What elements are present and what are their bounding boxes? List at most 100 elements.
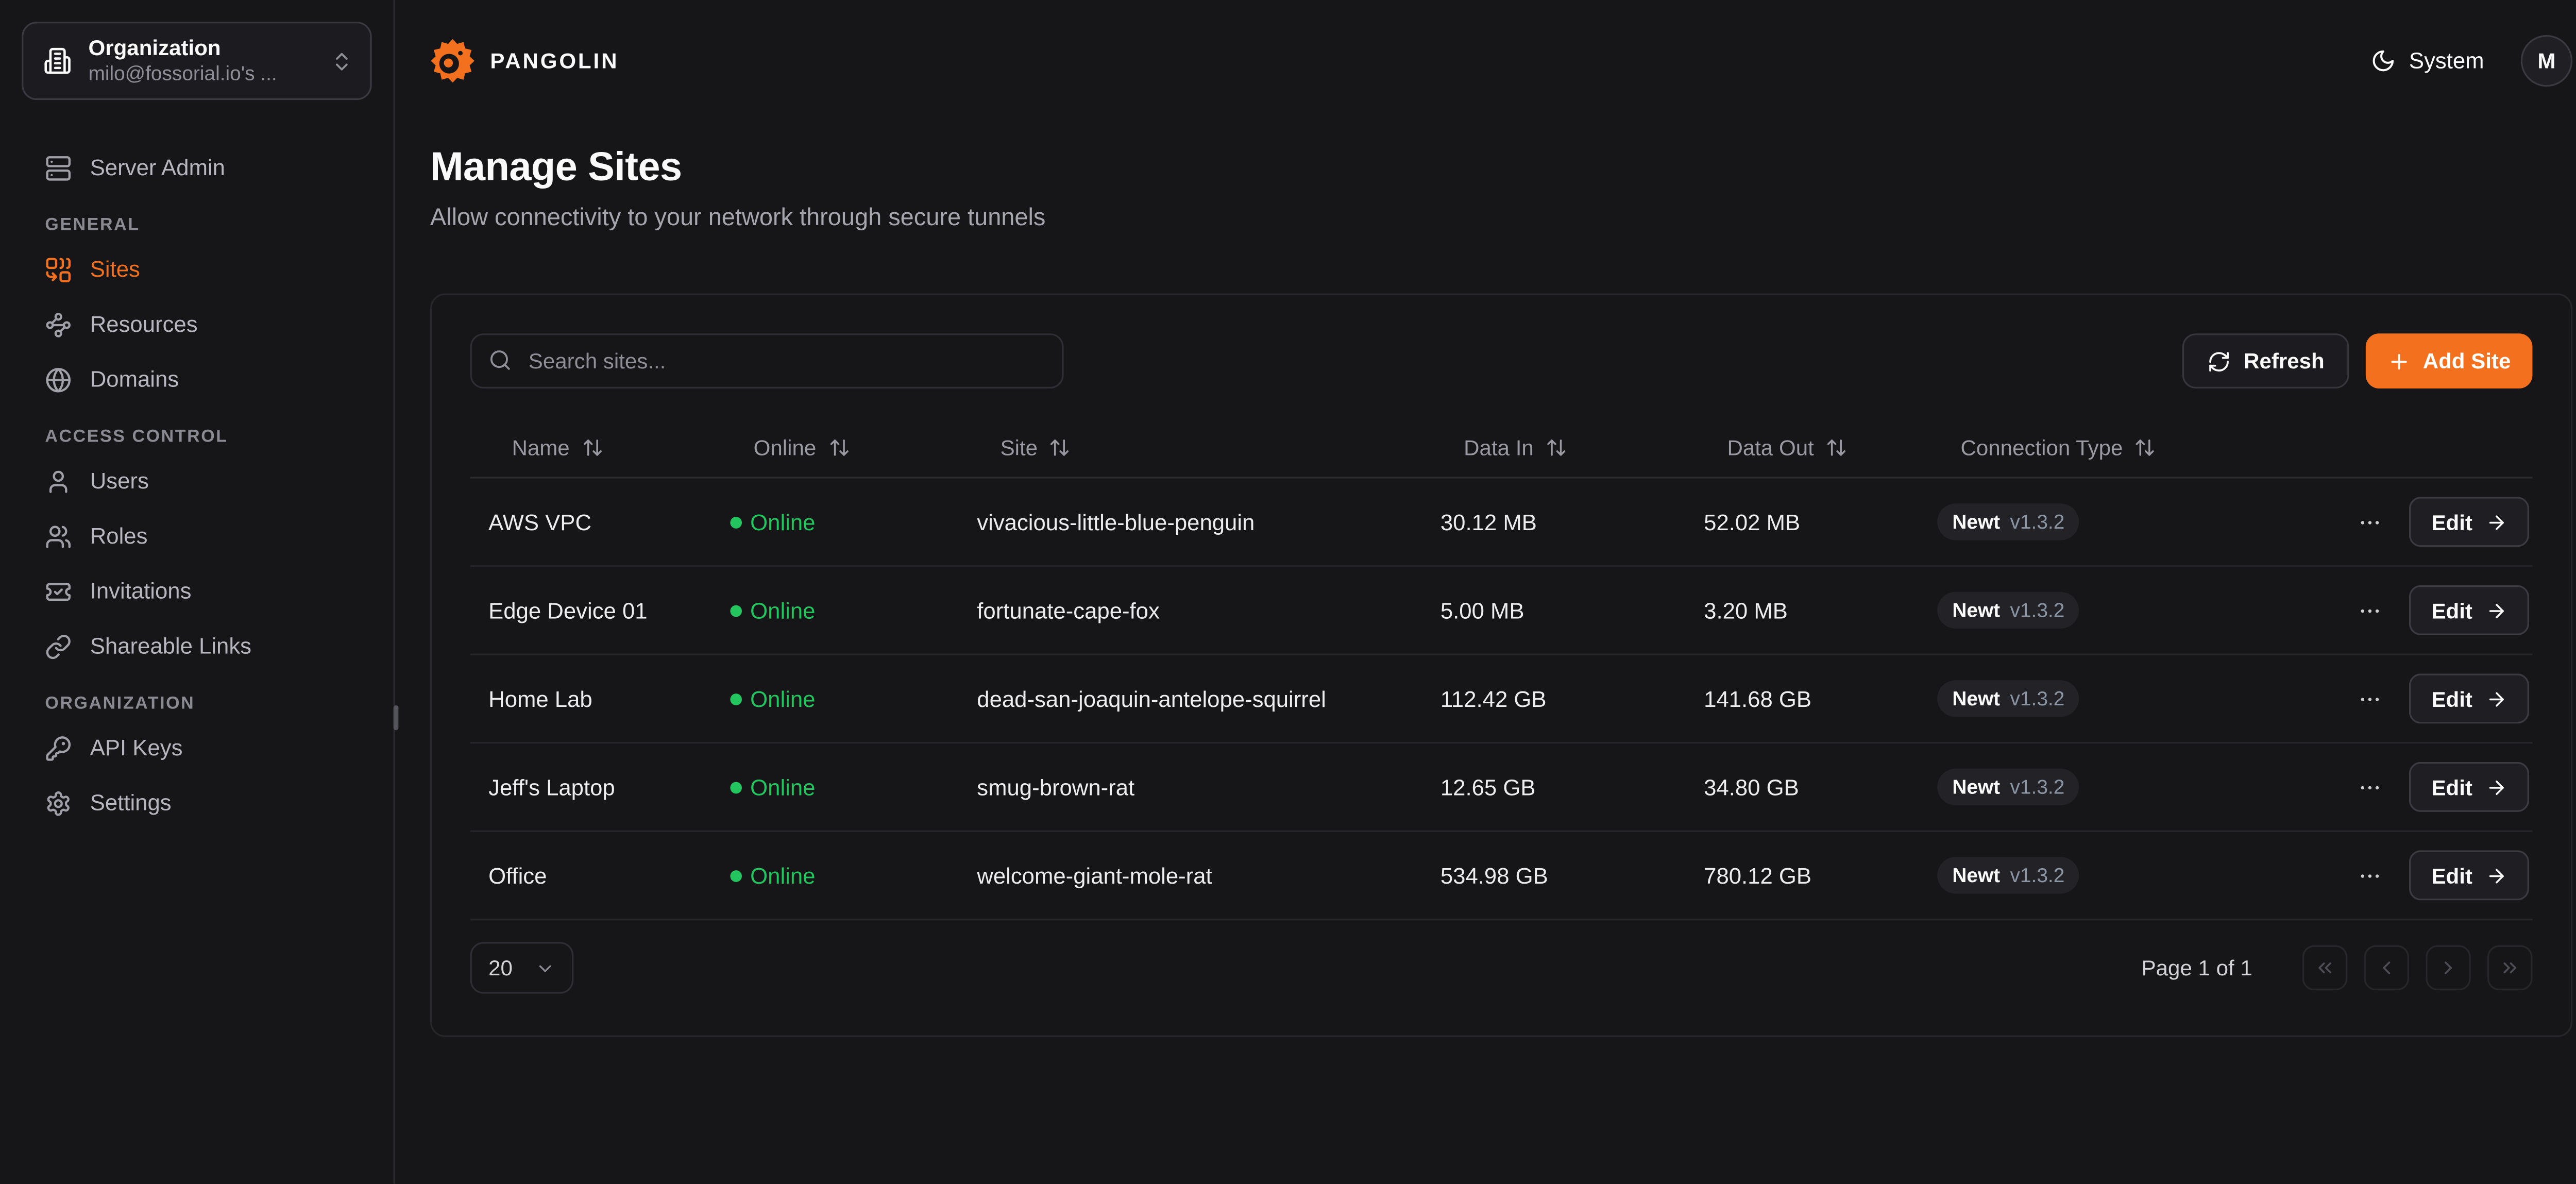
connection-type-version: v1.3.2: [2010, 864, 2065, 887]
page-size-select[interactable]: 20: [470, 942, 574, 993]
top-bar: PANGOLIN System M: [395, 0, 2576, 122]
sidebar-item-settings[interactable]: Settings: [22, 775, 372, 831]
ellipsis-icon: [2358, 510, 2383, 535]
column-label: Data Out: [1727, 435, 1814, 461]
sidebar-resize-handle[interactable]: [394, 705, 399, 731]
connection-type-badge: Newt v1.3.2: [1937, 769, 2079, 805]
sidebar-item-api-keys[interactable]: API Keys: [22, 720, 372, 775]
sidebar-section-access-control: ACCESS CONTROL: [45, 427, 348, 447]
org-selector-texts: Organization milo@fossorial.io's ...: [89, 35, 314, 87]
building-icon: [43, 47, 72, 75]
sidebar-item-resources[interactable]: Resources: [22, 297, 372, 352]
sort-icon: [1049, 437, 1071, 459]
connection-actions-cell: Newt v1.3.2 Edit: [1919, 762, 2533, 812]
theme-toggle[interactable]: System: [2370, 48, 2484, 74]
site-name-cell: Office: [470, 863, 712, 888]
chevrons-right-icon: [2499, 957, 2521, 978]
column-label: Site: [1001, 435, 1038, 461]
row-menu-button[interactable]: [2355, 595, 2386, 626]
sidebar-item-label: Server Admin: [90, 155, 225, 180]
arrow-right-icon: [2486, 776, 2507, 798]
connection-type-version: v1.3.2: [2010, 687, 2065, 710]
app-window: Organization milo@fossorial.io's ... Ser…: [0, 0, 2576, 1184]
brand-name: PANGOLIN: [490, 48, 619, 74]
edit-button[interactable]: Edit: [2410, 497, 2529, 547]
arrow-right-icon: [2486, 599, 2507, 621]
connection-type-version: v1.3.2: [2010, 775, 2065, 799]
avatar[interactable]: M: [2521, 35, 2572, 87]
edit-button[interactable]: Edit: [2410, 762, 2529, 812]
ellipsis-icon: [2358, 774, 2383, 800]
site-name-cell: Edge Device 01: [470, 598, 712, 623]
connection-type-name: Newt: [1952, 599, 2000, 622]
page-size-value: 20: [488, 955, 513, 980]
prev-page-button[interactable]: [2364, 945, 2409, 990]
sort-header-online[interactable]: Online: [712, 435, 959, 461]
table-row: Office Online welcome-giant-mole-rat 534…: [470, 832, 2533, 921]
table-body: AWS VPC Online vivacious-little-blue-pen…: [470, 479, 2533, 921]
column-label: Online: [754, 435, 817, 461]
table-header: Name Online Site Data In Data Out Connec…: [470, 418, 2533, 478]
table-row: Edge Device 01 Online fortunate-cape-fox…: [470, 567, 2533, 655]
sidebar-item-roles[interactable]: Roles: [22, 509, 372, 564]
data-out-cell: 3.20 MB: [1686, 598, 1919, 623]
sort-header-site[interactable]: Site: [959, 435, 1422, 461]
globe-icon: [45, 366, 72, 393]
add-site-button[interactable]: Add Site: [2366, 333, 2533, 388]
sidebar-item-label: Settings: [90, 790, 172, 816]
online-status-text: Online: [750, 774, 815, 800]
chevron-right-icon: [2437, 957, 2459, 978]
sidebar-item-label: Resources: [90, 312, 198, 337]
edit-button[interactable]: Edit: [2410, 850, 2529, 900]
site-name-cell: Jeff's Laptop: [470, 774, 712, 800]
search-icon: [488, 348, 512, 371]
table-toolbar: Refresh Add Site: [470, 333, 2533, 388]
sidebar-item-sites[interactable]: Sites: [22, 242, 372, 297]
last-page-button[interactable]: [2487, 945, 2532, 990]
search-input[interactable]: [470, 333, 1064, 388]
connection-actions-cell: Newt v1.3.2 Edit: [1919, 850, 2533, 900]
gear-icon: [45, 789, 72, 816]
link-icon: [45, 633, 72, 659]
sort-header-data-in[interactable]: Data In: [1422, 435, 1685, 461]
connection-type-name: Newt: [1952, 687, 2000, 710]
sidebar: Organization milo@fossorial.io's ... Ser…: [0, 0, 395, 1184]
sidebar-item-invitations[interactable]: Invitations: [22, 564, 372, 619]
connection-actions-cell: Newt v1.3.2 Edit: [1919, 497, 2533, 547]
refresh-icon: [2207, 349, 2230, 373]
toolbar-actions: Refresh Add Site: [2182, 333, 2532, 388]
online-status-text: Online: [750, 598, 815, 623]
connection-actions-cell: Newt v1.3.2 Edit: [1919, 585, 2533, 635]
sidebar-item-domains[interactable]: Domains: [22, 352, 372, 407]
edit-button[interactable]: Edit: [2410, 673, 2529, 723]
sidebar-item-server-admin[interactable]: Server Admin: [22, 140, 372, 195]
org-selector-value: milo@fossorial.io's ...: [89, 62, 314, 87]
combine-icon: [45, 256, 72, 283]
row-menu-button[interactable]: [2355, 859, 2386, 891]
row-menu-button[interactable]: [2355, 771, 2386, 803]
refresh-button[interactable]: Refresh: [2182, 333, 2349, 388]
site-id-cell: smug-brown-rat: [959, 774, 1422, 800]
org-selector[interactable]: Organization milo@fossorial.io's ...: [22, 22, 372, 100]
sort-header-data-out[interactable]: Data Out: [1686, 435, 1919, 461]
org-selector-label: Organization: [89, 35, 314, 62]
sort-header-connection-type[interactable]: Connection Type: [1919, 435, 2533, 461]
row-menu-button[interactable]: [2355, 683, 2386, 714]
sort-header-name[interactable]: Name: [470, 435, 712, 461]
online-status-text: Online: [750, 686, 815, 712]
first-page-button[interactable]: [2302, 945, 2347, 990]
pangolin-logo: [430, 38, 475, 83]
sort-icon: [828, 437, 850, 459]
site-id-cell: dead-san-joaquin-antelope-squirrel: [959, 686, 1422, 712]
edit-button[interactable]: Edit: [2410, 585, 2529, 635]
site-name-cell: AWS VPC: [470, 510, 712, 535]
connection-type-version: v1.3.2: [2010, 510, 2065, 533]
table-row: Home Lab Online dead-san-joaquin-antelop…: [470, 655, 2533, 744]
sidebar-item-shareable-links[interactable]: Shareable Links: [22, 619, 372, 674]
sidebar-item-users[interactable]: Users: [22, 453, 372, 509]
sidebar-item-label: Users: [90, 468, 149, 494]
online-dot: [730, 870, 742, 882]
row-menu-button[interactable]: [2355, 506, 2386, 537]
row-actions: Edit: [2355, 585, 2529, 635]
next-page-button[interactable]: [2426, 945, 2470, 990]
